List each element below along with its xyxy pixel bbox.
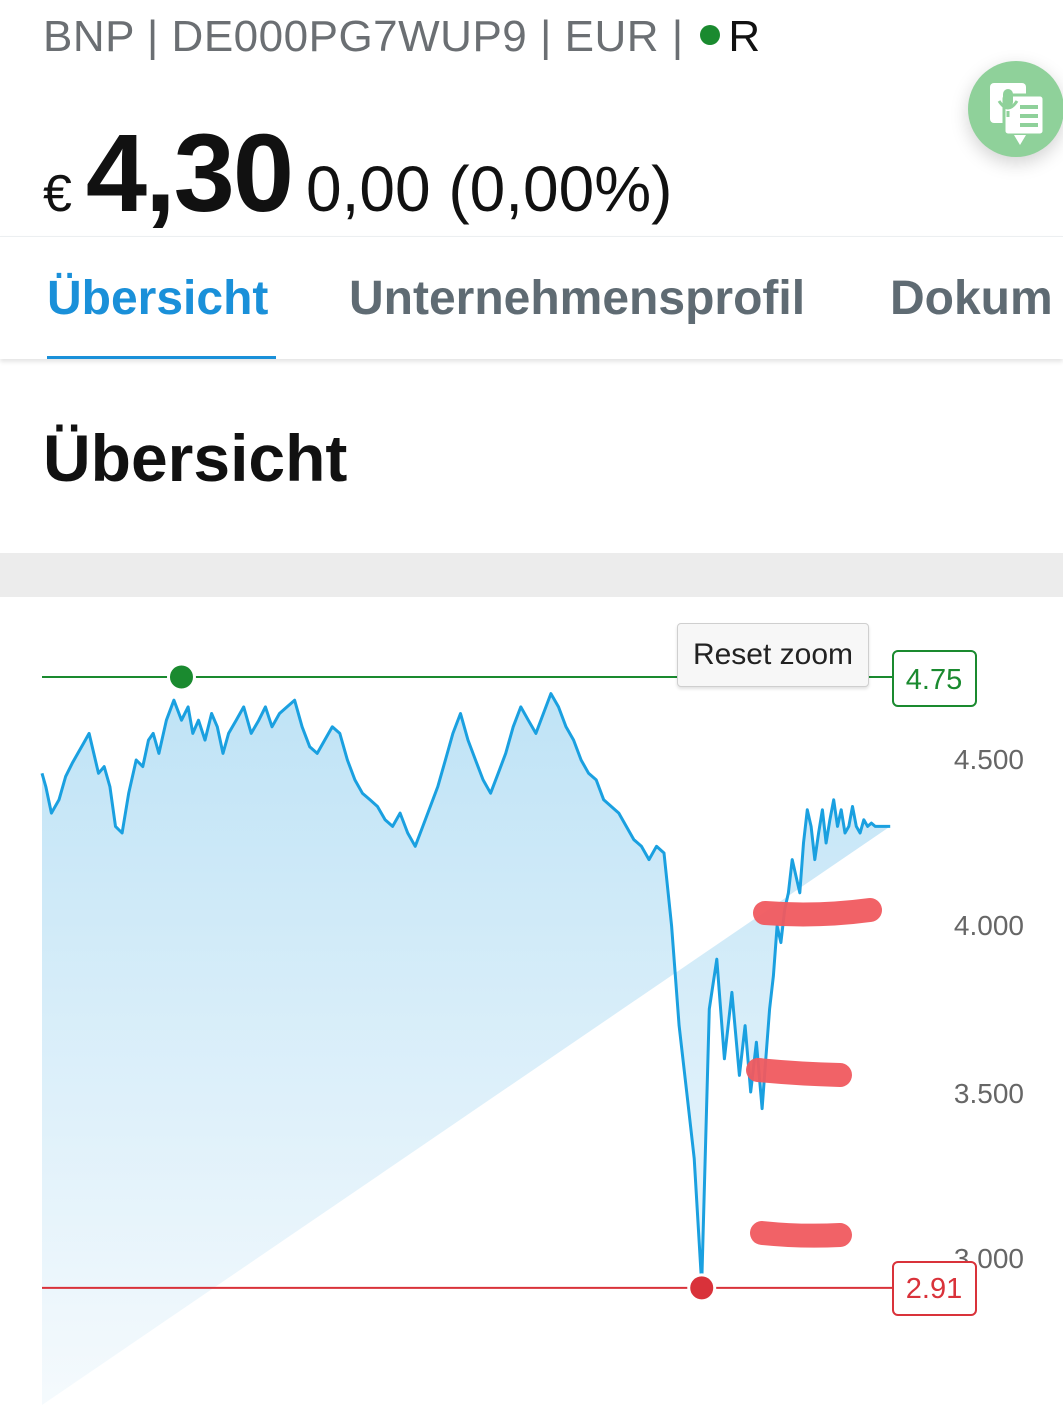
tab-bar: Übersicht Unternehmensprofil Dokum: [0, 236, 1063, 359]
section-divider: [0, 553, 1063, 597]
y-axis-ticks: 4.500 4.000 3.500 3.000: [954, 744, 1024, 1274]
low-value-text: 2.91: [906, 1273, 962, 1305]
instrument-meta-text: BNP | DE000PG7WUP9 | EUR |: [43, 12, 684, 61]
tab-dokumente[interactable]: Dokum: [890, 271, 1053, 326]
high-marker[interactable]: [166, 662, 196, 692]
reset-zoom-button[interactable]: Reset zoom: [677, 623, 869, 687]
currency-symbol: €: [43, 165, 72, 223]
y-tick-label: 3.500: [954, 1078, 1024, 1109]
voice-text-icon: [990, 83, 1046, 145]
low-value-label: 2.91: [892, 1261, 977, 1316]
high-value-text: 4.75: [906, 664, 962, 696]
high-value-label: 4.75: [892, 650, 977, 707]
price-row: €4,30 0,00 (0,00%): [43, 110, 672, 237]
last-price: 4,30: [85, 112, 294, 235]
status-dot-icon: [700, 25, 721, 46]
tab-uebersicht[interactable]: Übersicht: [47, 271, 268, 326]
status-flag: R: [728, 12, 761, 61]
low-marker[interactable]: [687, 1273, 717, 1303]
y-tick-label: 4.000: [954, 910, 1024, 941]
section-title: Übersicht: [43, 421, 348, 495]
instrument-meta: BNP | DE000PG7WUP9 | EUR | R: [43, 12, 761, 62]
annotation-stroke: [746, 1058, 852, 1087]
voice-text-button[interactable]: [968, 61, 1063, 157]
annotation-stroke: [753, 898, 882, 927]
tab-unternehmensprofil[interactable]: Unternehmensprofil: [349, 271, 805, 326]
annotation-stroke: [750, 1221, 852, 1248]
price-change: 0,00 (0,00%): [306, 153, 673, 225]
active-tab-indicator: [47, 356, 276, 359]
price-chart[interactable]: 4.75 4.500 4.000 3.500 3.000 2.91: [0, 597, 1063, 1405]
y-tick-label: 4.500: [954, 744, 1024, 775]
price-area-fill: [42, 693, 891, 1405]
